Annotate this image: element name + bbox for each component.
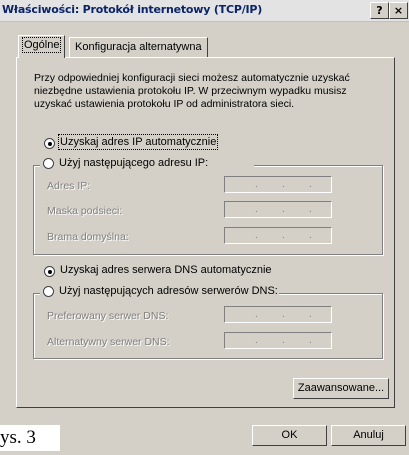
- default-gateway-label: Brama domyślna:: [47, 231, 129, 243]
- window-title: Właściwości: Protokół internetowy (TCP/I…: [2, 3, 263, 16]
- ip-dot: .: [309, 335, 312, 346]
- ip-dot: .: [282, 335, 285, 346]
- properties-dialog: Właściwości: Protokół internetowy (TCP/I…: [0, 0, 409, 455]
- alternate-dns-label: Alternatywny serwer DNS:: [47, 336, 170, 348]
- dns-manual-label[interactable]: Użyj następujących adresów serwerów DNS:: [59, 285, 278, 297]
- advanced-button[interactable]: Zaawansowane...: [293, 378, 389, 399]
- preferred-dns-label: Preferowany serwer DNS:: [47, 310, 169, 322]
- close-button[interactable]: ×: [389, 2, 408, 19]
- ip-dot: .: [255, 335, 258, 346]
- dns-manual-radio[interactable]: [43, 286, 54, 297]
- ip-dot: .: [282, 179, 285, 190]
- dns-auto-label[interactable]: Uzyskaj adres serwera DNS automatycznie: [60, 264, 272, 276]
- ip-auto-radio[interactable]: [44, 138, 55, 149]
- ok-button[interactable]: OK: [252, 425, 327, 446]
- tab-general-label: Ogólne: [21, 37, 62, 53]
- preferred-dns-field: . . .: [224, 306, 332, 323]
- ip-manual-legend: Użyj następującego adresu IP:: [40, 157, 254, 171]
- ip-dot: .: [282, 230, 285, 241]
- ip-dot: .: [255, 204, 258, 215]
- subnet-mask-label: Maska podsieci:: [47, 205, 123, 217]
- intro-text: Przy odpowiedniej konfiguracji sieci moż…: [34, 72, 350, 110]
- ip-manual-radio[interactable]: [43, 158, 54, 169]
- subnet-mask-field: . . .: [224, 201, 332, 218]
- tab-alternate-label: Konfiguracja alternatywna: [75, 41, 202, 53]
- ip-dot: .: [309, 204, 312, 215]
- dns-auto-radio[interactable]: [44, 266, 55, 277]
- ip-dot: .: [309, 179, 312, 190]
- ip-dot: .: [255, 230, 258, 241]
- ip-auto-label[interactable]: Uzyskaj adres IP automatycznie: [57, 134, 219, 150]
- alternate-dns-field: . . .: [224, 332, 332, 349]
- ip-dot: .: [282, 204, 285, 215]
- figure-caption: ys. 3: [0, 425, 60, 451]
- ip-dot: .: [255, 179, 258, 190]
- default-gateway-field: . . .: [224, 227, 332, 244]
- cancel-button[interactable]: Anuluj: [331, 425, 406, 446]
- dns-manual-group: [33, 293, 383, 359]
- help-button[interactable]: ?: [370, 2, 389, 19]
- ip-address-label: Adres IP:: [47, 180, 91, 192]
- dns-manual-legend: Użyj następujących adresów serwerów DNS:: [40, 285, 279, 299]
- ip-dot: .: [309, 230, 312, 241]
- title-bar[interactable]: Właściwości: Protokół internetowy (TCP/I…: [0, 0, 409, 22]
- ip-dot: .: [282, 309, 285, 320]
- tab-general[interactable]: Ogólne: [18, 35, 66, 58]
- tab-alternate-configuration[interactable]: Konfiguracja alternatywna: [69, 37, 208, 57]
- ip-dot: .: [309, 309, 312, 320]
- ip-address-field: . . .: [224, 176, 332, 193]
- ip-dot: .: [255, 309, 258, 320]
- ip-manual-label[interactable]: Użyj następującego adresu IP:: [59, 157, 208, 169]
